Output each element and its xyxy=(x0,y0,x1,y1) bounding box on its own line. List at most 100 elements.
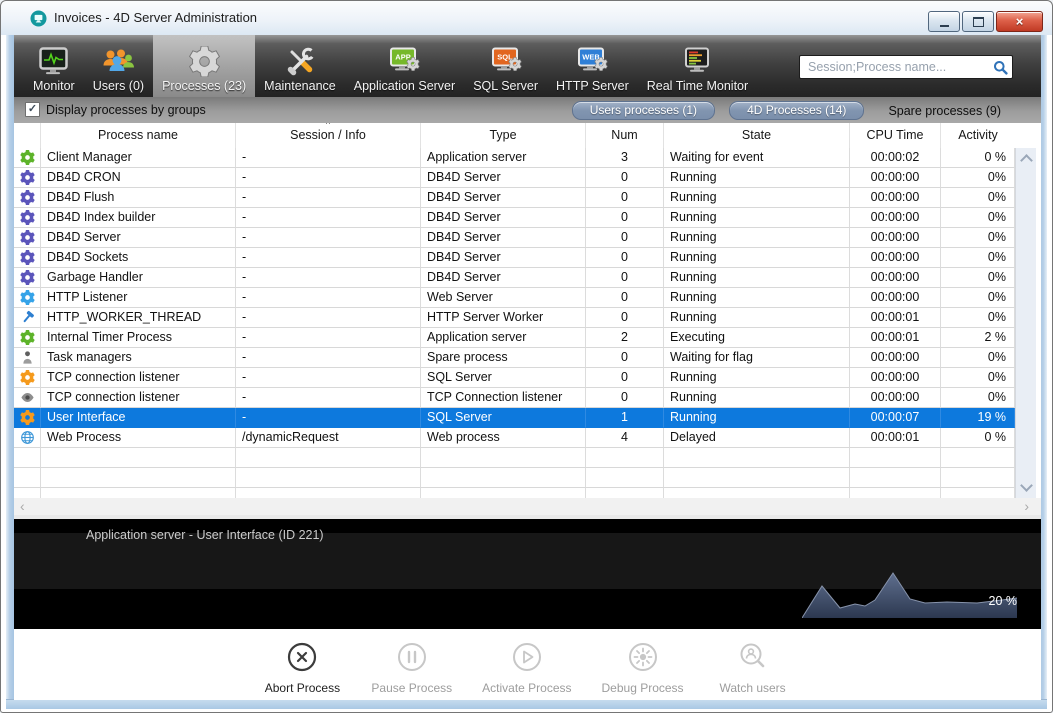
activity: 0% xyxy=(941,308,1015,328)
process-name: HTTP Listener xyxy=(41,288,236,308)
session-info: - xyxy=(236,408,421,428)
process-name: DB4D CRON xyxy=(41,168,236,188)
group-checkbox-label: Display processes by groups xyxy=(46,103,206,117)
close-button[interactable]: × xyxy=(996,11,1043,32)
table-row-web-process[interactable]: Web Process/dynamicRequestWeb process4De… xyxy=(14,428,1015,448)
monitor-icon xyxy=(36,35,72,77)
table-row-db4d-server[interactable]: DB4D Server-DB4D Server0Running00:00:000… xyxy=(14,228,1015,248)
table-header: Process name^Session / InfoTypeNumStateC… xyxy=(14,123,1015,149)
group-button-4d-processes-14[interactable]: 4D Processes (14) xyxy=(729,101,864,120)
tab-users-0[interactable]: Users (0) xyxy=(84,35,153,97)
search-input[interactable] xyxy=(800,60,991,74)
column-header-state[interactable]: State xyxy=(664,123,850,148)
column-header-num[interactable]: Num xyxy=(586,123,664,148)
table-row-internal-timer-process[interactable]: Internal Timer Process-Application serve… xyxy=(14,328,1015,348)
users-icon xyxy=(100,35,136,77)
table-row-garbage-handler[interactable]: Garbage Handler-DB4D Server0Running00:00… xyxy=(14,268,1015,288)
pause-process-button[interactable]: Pause Process xyxy=(371,642,452,695)
app-server-icon: APP xyxy=(386,35,422,77)
column-header-cpu-time[interactable]: CPU Time xyxy=(850,123,941,148)
group-button-users-processes-1[interactable]: Users processes (1) xyxy=(572,101,715,120)
cpu-time: 00:00:00 xyxy=(850,268,941,288)
sql-server-icon: SQL xyxy=(488,35,524,77)
process-state: Running xyxy=(664,388,850,408)
table-row-http-worker-thread[interactable]: HTTP_WORKER_THREAD-HTTP Server Worker0Ru… xyxy=(14,308,1015,328)
activity: 0% xyxy=(941,288,1015,308)
debug-process-button[interactable]: Debug Process xyxy=(602,642,684,695)
detail-panel: Application server - User Interface (ID … xyxy=(14,519,1041,629)
watch-users-button[interactable]: Watch users xyxy=(714,642,792,695)
web-server-icon: WEB xyxy=(574,35,610,77)
process-state: Running xyxy=(664,408,850,428)
session-info: /dynamicRequest xyxy=(236,428,421,448)
table-row-http-listener[interactable]: HTTP Listener-Web Server0Running00:00:00… xyxy=(14,288,1015,308)
maximize-button[interactable] xyxy=(962,11,994,32)
vertical-scrollbar[interactable] xyxy=(1015,148,1036,498)
process-state: Running xyxy=(664,308,850,328)
process-name: User Interface xyxy=(41,408,236,428)
window-controls: × xyxy=(928,11,1043,32)
tab-monitor[interactable]: Monitor xyxy=(24,35,84,97)
activity: 0% xyxy=(941,168,1015,188)
process-name: Client Manager xyxy=(41,148,236,168)
process-table-body: Client Manager-Application server3Waitin… xyxy=(14,148,1015,498)
abort-process-button[interactable]: Abort Process xyxy=(263,642,341,695)
process-state: Running xyxy=(664,368,850,388)
group-checkbox[interactable]: ✓ xyxy=(25,102,40,117)
process-num: 4 xyxy=(586,428,664,448)
table-row-tcp-connection-listener[interactable]: TCP connection listener-SQL Server0Runni… xyxy=(14,368,1015,388)
session-info: - xyxy=(236,288,421,308)
empty-row xyxy=(14,448,1015,468)
tab-processes-23[interactable]: Processes (23) xyxy=(153,35,255,97)
table-row-db4d-cron[interactable]: DB4D CRON-DB4D Server0Running00:00:000% xyxy=(14,168,1015,188)
column-header-label: Session / Info xyxy=(290,128,366,142)
close-icon: × xyxy=(1016,15,1024,28)
table-row-user-interface[interactable]: User Interface-SQL Server1Running00:00:0… xyxy=(14,408,1015,428)
activate-icon xyxy=(512,642,542,681)
action-label: Abort Process xyxy=(265,681,340,695)
activate-process-button[interactable]: Activate Process xyxy=(482,642,571,695)
minimize-button[interactable] xyxy=(928,11,960,32)
session-info: - xyxy=(236,348,421,368)
search-icon[interactable] xyxy=(991,60,1009,75)
process-state: Running xyxy=(664,188,850,208)
tab-application-server[interactable]: APPApplication Server xyxy=(345,35,464,97)
processes-gear-icon xyxy=(189,35,220,77)
scroll-left-icon[interactable]: ‹ xyxy=(20,498,25,514)
action-label: Watch users xyxy=(719,681,785,695)
tab-label: SQL Server xyxy=(473,77,538,97)
group-checkbox-wrap[interactable]: ✓ Display processes by groups xyxy=(25,102,206,117)
process-name: DB4D Flush xyxy=(41,188,236,208)
tab-label: Application Server xyxy=(354,77,455,97)
scroll-down-icon[interactable] xyxy=(1020,479,1033,492)
tab-maintenance[interactable]: Maintenance xyxy=(255,35,345,97)
scroll-up-icon[interactable] xyxy=(1020,154,1033,167)
process-num: 0 xyxy=(586,368,664,388)
gear-icon xyxy=(14,248,41,268)
tab-http-server[interactable]: WEBHTTP Server xyxy=(547,35,638,97)
activity: 2 % xyxy=(941,328,1015,348)
table-row-db4d-sockets[interactable]: DB4D Sockets-DB4D Server0Running00:00:00… xyxy=(14,248,1015,268)
table-row-db4d-index-builder[interactable]: DB4D Index builder-DB4D Server0Running00… xyxy=(14,208,1015,228)
table-row-client-manager[interactable]: Client Manager-Application server3Waitin… xyxy=(14,148,1015,168)
process-num: 0 xyxy=(586,248,664,268)
group-button-spare-processes-9[interactable]: Spare processes (9) xyxy=(878,104,1011,118)
process-state: Executing xyxy=(664,328,850,348)
tab-label: Real Time Monitor xyxy=(647,77,748,97)
scroll-right-icon[interactable]: › xyxy=(1024,498,1029,514)
horizontal-scrollbar[interactable]: ‹ › xyxy=(14,498,1041,515)
table-row-task-managers[interactable]: Task managers-Spare process0Waiting for … xyxy=(14,348,1015,368)
tab-sql-server[interactable]: SQLSQL Server xyxy=(464,35,547,97)
tab-real-time-monitor[interactable]: Real Time Monitor xyxy=(638,35,757,97)
column-header-activity[interactable]: Activity xyxy=(941,123,1015,148)
table-row-db4d-flush[interactable]: DB4D Flush-DB4D Server0Running00:00:000% xyxy=(14,188,1015,208)
column-header-session-info[interactable]: ^Session / Info xyxy=(236,123,421,148)
title-bar: Invoices - 4D Server Administration × xyxy=(1,1,1052,35)
cpu-time: 00:00:02 xyxy=(850,148,941,168)
column-header-process-name[interactable]: Process name xyxy=(41,123,236,148)
column-header-type[interactable]: Type xyxy=(421,123,586,148)
table-row-tcp-connection-listener[interactable]: TCP connection listener-TCP Connection l… xyxy=(14,388,1015,408)
gear-icon xyxy=(14,168,41,188)
tab-label: HTTP Server xyxy=(556,77,629,97)
column-header-icon-spacer xyxy=(14,123,41,148)
